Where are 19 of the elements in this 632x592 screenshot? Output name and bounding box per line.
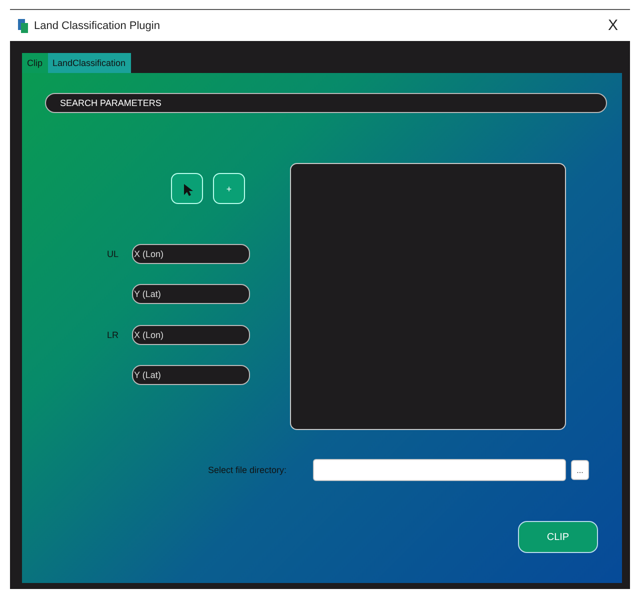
corner-label: LR xyxy=(107,330,120,340)
coordinate-field[interactable]: Y (Lat) xyxy=(132,365,250,385)
search-parameters-bar[interactable]: SEARCH PARAMETERS xyxy=(45,93,607,113)
corner-label: UL xyxy=(107,249,120,259)
clip-button[interactable]: CLIP xyxy=(518,521,598,553)
directory-label: Select file directory: xyxy=(208,465,288,475)
add-button[interactable]: + xyxy=(213,173,245,204)
coordinate-field[interactable]: X (Lon) xyxy=(132,325,250,345)
select-tool-button[interactable] xyxy=(171,173,203,204)
coordinate-field[interactable]: X (Lon) xyxy=(132,244,250,264)
close-button[interactable]: X xyxy=(604,17,622,34)
window-title: Land Classification Plugin xyxy=(34,20,161,32)
browse-button[interactable]: ... xyxy=(571,460,589,480)
app-icon xyxy=(18,18,28,32)
tab[interactable]: Clip xyxy=(22,53,48,73)
tab[interactable]: LandClassification xyxy=(48,53,131,73)
coordinate-field[interactable]: Y (Lat) xyxy=(132,284,250,304)
map-view[interactable] xyxy=(290,163,566,430)
directory-field[interactable] xyxy=(313,459,566,481)
